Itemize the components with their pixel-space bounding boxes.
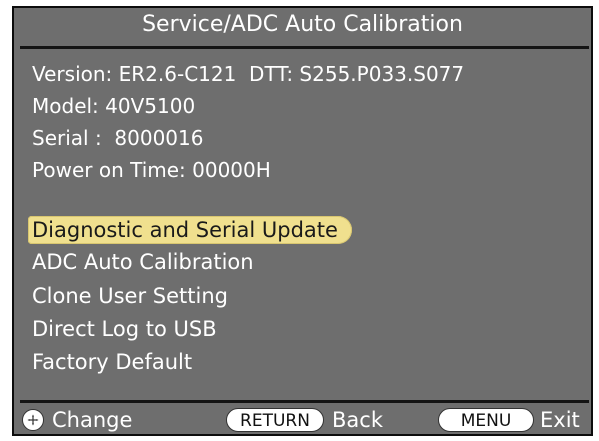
screen-title: Service/ADC Auto Calibration — [142, 12, 463, 37]
menu-item-factory-default[interactable]: Factory Default — [28, 348, 206, 376]
directional-pad-icon — [22, 409, 44, 431]
exit-label: Exit — [540, 408, 580, 432]
return-key-icon: RETURN — [226, 408, 324, 432]
footer-divider — [20, 400, 589, 403]
version-info: Version: ER2.6-C121 DTT: S255.P033.S077 — [32, 62, 465, 86]
serial-info: Serial : 8000016 — [32, 126, 204, 150]
menu-key-icon: MENU — [438, 408, 534, 432]
power-on-time-info: Power on Time: 00000H — [32, 158, 271, 182]
change-label: Change — [52, 408, 133, 432]
service-menu-screen: Service/ADC Auto Calibration Version: ER… — [12, 6, 593, 436]
back-label: Back — [332, 408, 383, 432]
menu-item-direct-log-to-usb[interactable]: Direct Log to USB — [28, 315, 231, 343]
menu-item-clone-user-setting[interactable]: Clone User Setting — [28, 282, 242, 310]
model-info: Model: 40V5100 — [32, 94, 196, 118]
title-divider — [20, 46, 589, 49]
menu-item-adc-auto-calibration[interactable]: ADC Auto Calibration — [28, 248, 268, 276]
menu-item-diagnostic-serial-update[interactable]: Diagnostic and Serial Update — [28, 216, 352, 244]
footer-bar: Change RETURN Back MENU Exit — [14, 406, 591, 434]
